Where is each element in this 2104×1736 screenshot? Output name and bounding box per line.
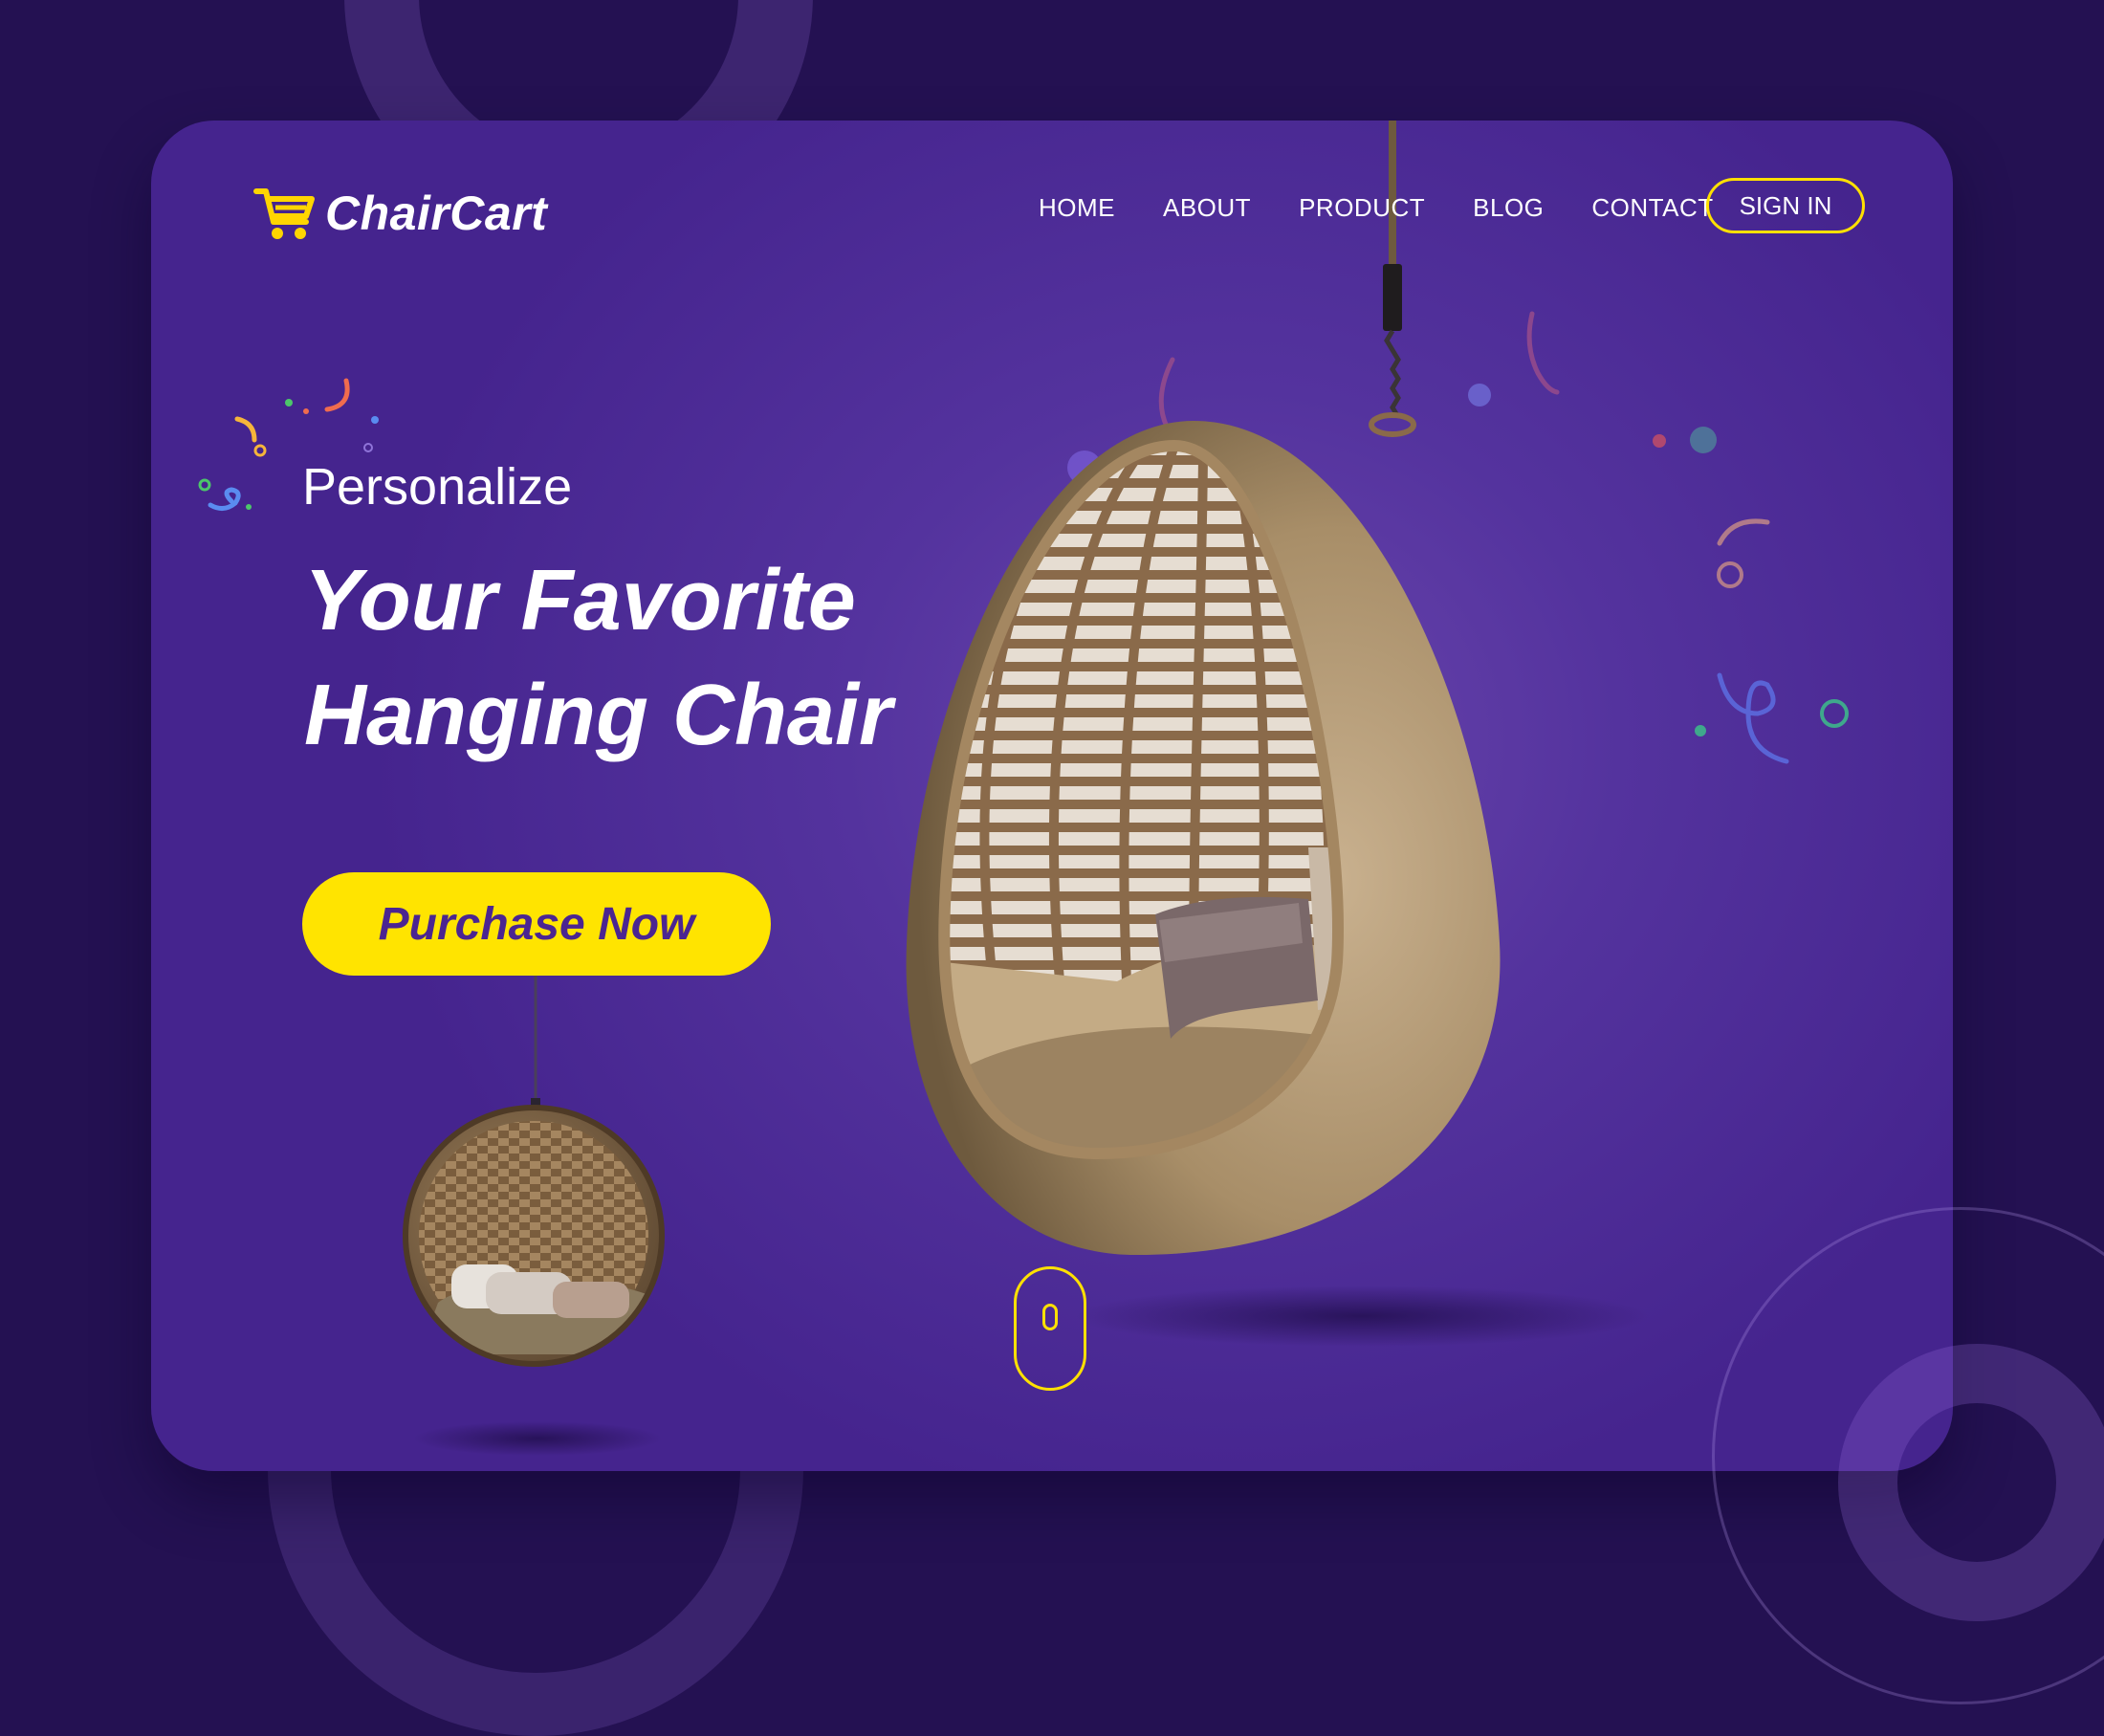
nav-contact[interactable]: CONTACT xyxy=(1591,193,1713,223)
brand-name: ChairCart xyxy=(325,187,548,240)
headline-line-2: Hanging Chair xyxy=(304,668,893,763)
nav-home[interactable]: HOME xyxy=(1039,193,1115,223)
decorative-ring xyxy=(1838,1344,2104,1621)
ball-chair-image xyxy=(403,1105,665,1367)
hero-headline: Your Favorite Hanging Chair xyxy=(304,543,892,773)
brand-logo[interactable]: ChairCart xyxy=(252,184,547,243)
nav-product[interactable]: PRODUCT xyxy=(1299,193,1425,223)
headline-line-1: Your Favorite xyxy=(304,553,856,648)
hero-kicker: Personalize xyxy=(302,458,573,516)
shopping-cart-icon xyxy=(253,188,315,239)
main-nav: HOME ABOUT PRODUCT BLOG CONTACT xyxy=(1039,193,1714,223)
nav-about[interactable]: ABOUT xyxy=(1163,193,1251,223)
hero-card: ChairCart HOME ABOUT PRODUCT BLOG CONTAC… xyxy=(151,121,1953,1471)
nav-blog[interactable]: BLOG xyxy=(1473,193,1544,223)
egg-chair-image xyxy=(906,421,1501,1255)
sign-in-button[interactable]: SIGN IN xyxy=(1706,178,1865,233)
scroll-mouse-icon[interactable] xyxy=(1014,1266,1086,1391)
scroll-wheel xyxy=(1042,1304,1058,1330)
purchase-now-button[interactable]: Purchase Now xyxy=(302,872,771,976)
